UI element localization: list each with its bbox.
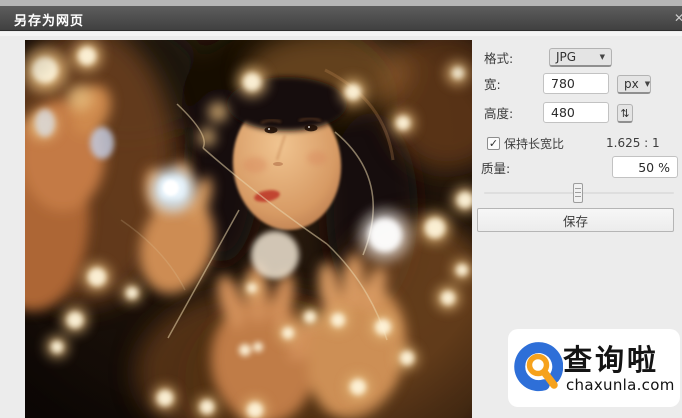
save-button[interactable]: 保存 [477, 208, 674, 232]
unit-select[interactable]: px ▼ [617, 75, 651, 94]
quality-slider-thumb[interactable] [573, 183, 583, 203]
watermark-brand: 查询啦 [563, 343, 660, 377]
photo-preview [25, 40, 472, 418]
close-icon[interactable]: ✕ [674, 11, 682, 25]
quality-input[interactable] [612, 156, 678, 178]
width-input[interactable] [543, 73, 609, 94]
chevron-down-icon: ▼ [644, 80, 651, 88]
format-label: 格式: [484, 51, 514, 66]
chaxunla-logo-icon [514, 342, 563, 392]
swap-arrows-icon: ⇅ [620, 106, 630, 120]
watermark-domain: chaxunla.com [566, 376, 675, 394]
chevron-down-icon: ▼ [599, 53, 605, 61]
format-value: JPG [556, 50, 577, 64]
height-input[interactable] [543, 102, 609, 123]
format-select[interactable]: JPG ▼ [549, 48, 612, 67]
aspect-ratio-value: 1.625 : 1 [606, 136, 660, 150]
dialog-titlebar: 另存为网页 ✕ [0, 6, 682, 31]
photo-illustration [25, 40, 472, 418]
unit-value: px [624, 77, 639, 91]
width-label: 宽: [484, 77, 501, 92]
dialog-title: 另存为网页 [14, 14, 85, 29]
swap-dimensions-button[interactable]: ⇅ [617, 104, 633, 123]
aspect-ratio-label: 保持长宽比 [504, 137, 565, 151]
quality-label: 质量: [481, 161, 511, 176]
save-for-web-dialog: 另存为网页 ✕ 格式: JPG ▼ 宽: 780 px ▼ 高度: 480 ⇅ … [0, 0, 682, 418]
aspect-ratio-checkbox[interactable]: ✓ [487, 137, 500, 150]
watermark-badge: 查询啦 chaxunla.com [508, 329, 680, 407]
height-label: 高度: [484, 106, 514, 121]
check-icon: ✓ [488, 137, 499, 150]
titlebar-divider [0, 32, 682, 36]
